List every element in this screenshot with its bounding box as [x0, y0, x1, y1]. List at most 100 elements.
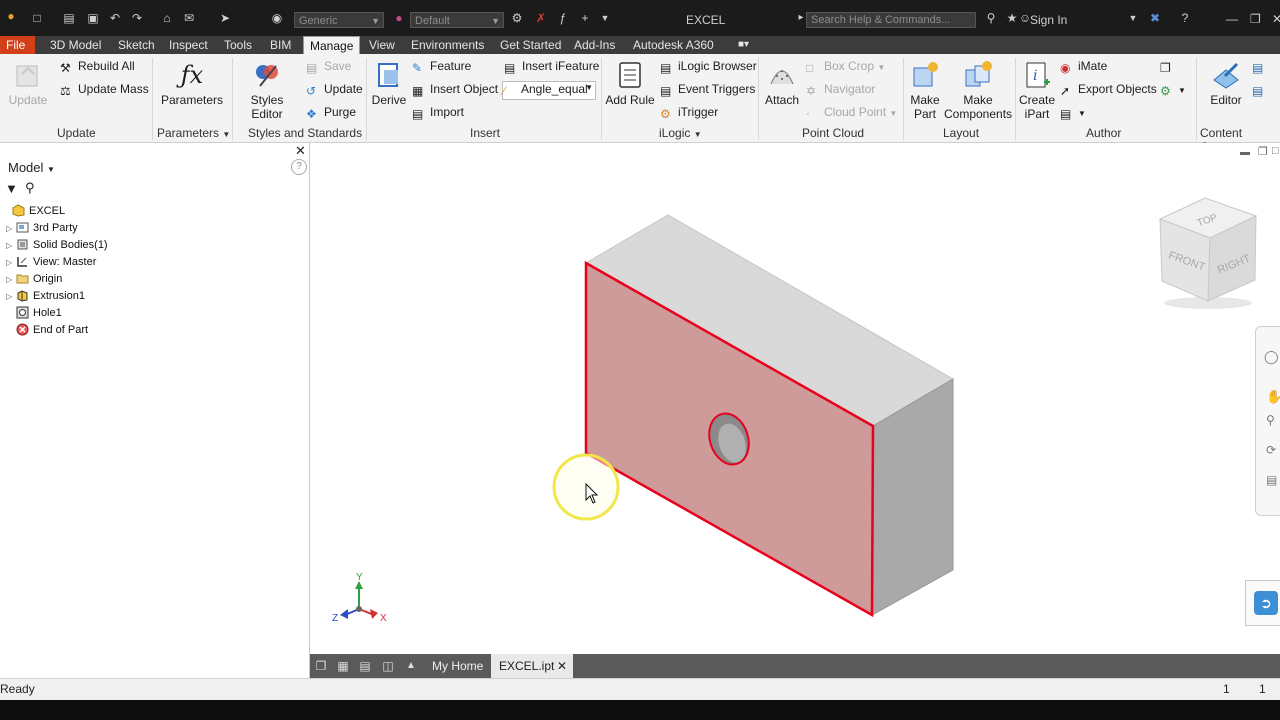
panel-label-ilogic[interactable]: iLogic ▼ — [659, 126, 702, 140]
tree-item-end-of-part[interactable]: End of Part — [6, 322, 88, 338]
tree-item-origin[interactable]: ▷ Origin — [6, 271, 62, 287]
binoculars-icon[interactable]: ⚲ — [25, 180, 35, 196]
properties-icon[interactable]: ✉ — [182, 12, 196, 24]
import-button[interactable]: ▤ Import — [412, 105, 464, 121]
new-icon[interactable]: □ — [30, 12, 44, 24]
update-style-button[interactable]: ↺ Update — [306, 82, 363, 98]
zoom-icon[interactable]: ⚲ — [1266, 413, 1275, 427]
tree-item-extrusion1[interactable]: ▷ Extrusion1 — [6, 288, 85, 304]
insert-ifeature-button[interactable]: ▤ Insert iFeature — [504, 59, 599, 75]
attach-button[interactable]: Attach — [762, 60, 802, 107]
ifeature-combo[interactable]: ∕ Angle_equal ▼ — [502, 81, 596, 100]
expand-icon[interactable]: ▷ — [6, 272, 14, 288]
create-ipart-button[interactable]: i Create iPart — [1017, 60, 1057, 121]
expand-icon[interactable]: ▷ — [6, 289, 14, 305]
tab-sketch[interactable]: Sketch — [112, 36, 161, 54]
filter-icon[interactable]: ▼ — [5, 181, 18, 196]
browser-title[interactable]: Model ▼ — [8, 160, 55, 175]
help-icon[interactable]: ? — [291, 159, 307, 175]
panel-label-parameters[interactable]: Parameters ▼ — [157, 126, 230, 140]
tab-my-home[interactable]: My Home — [424, 654, 491, 678]
author-tool-2-button[interactable]: ⚙ ▼ — [1160, 82, 1186, 98]
content-center-editor-button[interactable]: Editor — [1204, 60, 1248, 107]
pan-icon[interactable]: ✋ — [1266, 389, 1280, 405]
author-extra-button[interactable]: ▤ ▼ — [1060, 105, 1086, 121]
box-crop-button[interactable]: □ Box Crop ▼ — [806, 59, 885, 75]
graphics-window[interactable]: ▬ ❐ □ Y X Z TOP FRONT RIGHT ◯ ✋ ⚲ ⟳ ▤ ➲ — [310, 143, 1280, 654]
appearance-icon[interactable]: ● — [392, 12, 406, 24]
orbit-icon[interactable]: ⟳ — [1266, 443, 1276, 457]
parameters-button[interactable]: ƒx Parameters — [160, 60, 224, 107]
search-input[interactable]: Search Help & Commands... — [806, 12, 976, 28]
cloud-point-button[interactable]: ⋅ Cloud Point ▼ — [806, 105, 897, 121]
expand-icon[interactable]: ▷ — [6, 238, 14, 254]
customize-icon[interactable]: ▼ — [598, 12, 612, 24]
binoculars-icon[interactable]: ⚲ — [984, 12, 998, 24]
home-icon[interactable]: ⌂ — [160, 12, 174, 24]
content-center-tool-1-button[interactable]: ▤ — [1252, 59, 1270, 75]
tab-manage[interactable]: Manage — [303, 36, 361, 55]
add-icon[interactable]: + — [578, 12, 592, 24]
cascade-icon[interactable]: ❐ — [313, 658, 329, 674]
author-tool-1-button[interactable]: ❐ — [1160, 59, 1178, 75]
ilogic-browser-button[interactable]: ▤ iLogic Browser — [660, 59, 757, 75]
feature-button[interactable]: ✎ Feature — [412, 59, 471, 75]
minimize-icon[interactable]: — — [1226, 12, 1238, 26]
tab-get-started[interactable]: Get Started — [494, 36, 567, 54]
update-mass-button[interactable]: ⚖ Update Mass — [60, 82, 149, 98]
tree-item-view-master[interactable]: ▷ View: Master — [6, 254, 96, 270]
tab-tools[interactable]: Tools — [218, 36, 258, 54]
itrigger-button[interactable]: ⚙ iTrigger — [660, 105, 718, 121]
tab-excel-ipt[interactable]: EXCEL.ipt ✕ — [491, 654, 573, 678]
add-rule-button[interactable]: Add Rule — [605, 60, 655, 107]
fx-icon[interactable]: ƒ — [556, 12, 570, 24]
styles-editor-button[interactable]: Styles Editor — [234, 60, 300, 121]
ribbon-options-icon[interactable]: ■▾ — [732, 36, 755, 54]
restore-icon[interactable]: ❐ — [1250, 12, 1261, 26]
tab-add-ins[interactable]: Add-Ins — [568, 36, 621, 54]
purge-button[interactable]: ❖ Purge — [306, 105, 356, 121]
tree-item-3rd-party[interactable]: ▷ 3rd Party — [6, 220, 78, 236]
make-components-button[interactable]: Make Components — [944, 60, 1012, 121]
content-center-tool-2-button[interactable]: ▤ — [1252, 82, 1270, 98]
appearance-combo[interactable]: Default ▼ — [410, 12, 504, 28]
open-icon[interactable]: ▤ — [62, 12, 76, 24]
expand-icon[interactable]: ▷ — [6, 221, 14, 237]
material-combo[interactable]: Generic ▼ — [294, 12, 384, 28]
chevron-up-icon[interactable]: ▲ — [403, 658, 419, 674]
navigator-button[interactable]: ✡ Navigator — [806, 82, 875, 98]
star-icon[interactable]: ★ — [1005, 12, 1019, 24]
tile-horizontal-icon[interactable]: ▤ — [357, 658, 373, 674]
tab-file[interactable]: File — [0, 36, 35, 54]
steering-wheel-icon[interactable]: ◯ — [1264, 349, 1279, 365]
share-icon[interactable]: ➲ — [1254, 591, 1278, 615]
derive-button[interactable]: Derive — [370, 60, 408, 107]
look-at-icon[interactable]: ▤ — [1266, 473, 1277, 487]
tab-inspect[interactable]: Inspect — [163, 36, 214, 54]
tree-item-solid-bodies[interactable]: ▷ Solid Bodies(1) — [6, 237, 108, 253]
color-icon[interactable]: ◉ — [270, 12, 284, 24]
tab-environments[interactable]: Environments — [405, 36, 490, 54]
chevron-down-icon[interactable]: ▼ — [1126, 12, 1140, 24]
tab-3d-model[interactable]: 3D Model — [44, 36, 107, 54]
tile-icon[interactable]: ▦ — [335, 658, 351, 674]
save-icon[interactable]: ▣ — [86, 12, 100, 24]
close-tab-icon[interactable]: ✕ — [557, 654, 567, 678]
sign-in-link[interactable]: Sign In — [1030, 13, 1067, 27]
tab-autodesk-a360[interactable]: Autodesk A360 — [627, 36, 720, 54]
adjust-icon[interactable]: ⚙ — [510, 12, 524, 24]
tab-bim[interactable]: BIM — [264, 36, 297, 54]
exchange-icon[interactable]: ✖ — [1148, 12, 1162, 24]
event-triggers-button[interactable]: ▤ Event Triggers — [660, 82, 755, 98]
tree-item-hole1[interactable]: Hole1 — [6, 305, 62, 321]
viewcube[interactable]: TOP FRONT RIGHT — [1158, 197, 1258, 309]
make-part-button[interactable]: Make Part — [905, 60, 945, 121]
undo-icon[interactable]: ↶ — [108, 12, 122, 24]
redo-icon[interactable]: ↷ — [130, 12, 144, 24]
expand-icon[interactable]: ▷ — [6, 255, 14, 271]
tree-root[interactable]: EXCEL — [10, 203, 65, 219]
select-icon[interactable]: ➤ — [218, 12, 232, 24]
save-style-button[interactable]: ▤ Save — [306, 59, 351, 75]
inventor-logo-icon[interactable]: ● — [4, 10, 18, 22]
tile-vertical-icon[interactable]: ◫ — [380, 658, 396, 674]
